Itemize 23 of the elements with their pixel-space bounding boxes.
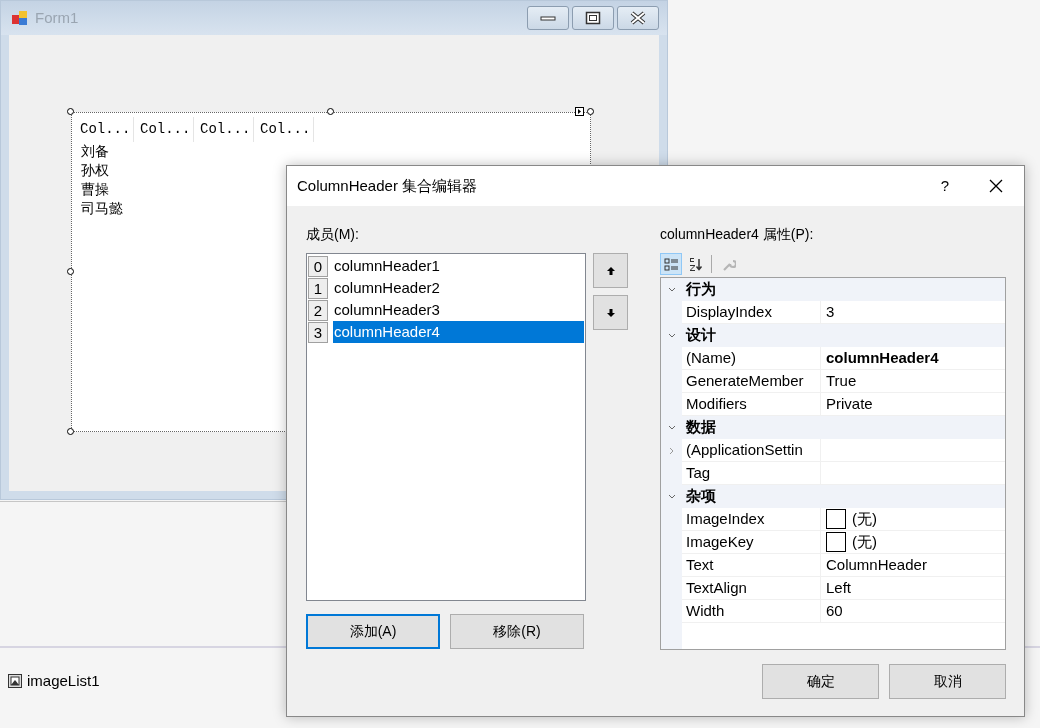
property-name: Tag [682,462,821,485]
property-name: Text [682,554,821,577]
property-name: GenerateMember [682,370,821,393]
category-label: 杂项 [682,485,1005,508]
category-label: 数据 [682,416,1005,439]
index-cell: 2 [308,299,328,321]
property-name: ImageKey [682,531,821,554]
property-name: Modifiers [682,393,821,416]
members-label: 成员(M): [306,225,360,244]
property-name: ImageIndex [682,508,821,531]
property-name: (Name) [682,347,821,370]
property-name: DisplayIndex [682,301,821,324]
category-label: 行为 [682,278,1005,301]
index-cell: 1 [308,277,328,299]
property-name: Width [682,600,821,623]
index-cell: 3 [308,321,328,343]
property-name: (ApplicationSettin [682,439,821,462]
property-name: TextAlign [682,577,821,600]
window-title: Form1 [35,7,79,28]
dialog-title: ColumnHeader 集合编辑器 [297,175,478,196]
category-label: 设计 [682,324,1005,347]
index-cell: 0 [308,255,328,277]
properties-label: columnHeader4 属性(P): [660,225,815,244]
